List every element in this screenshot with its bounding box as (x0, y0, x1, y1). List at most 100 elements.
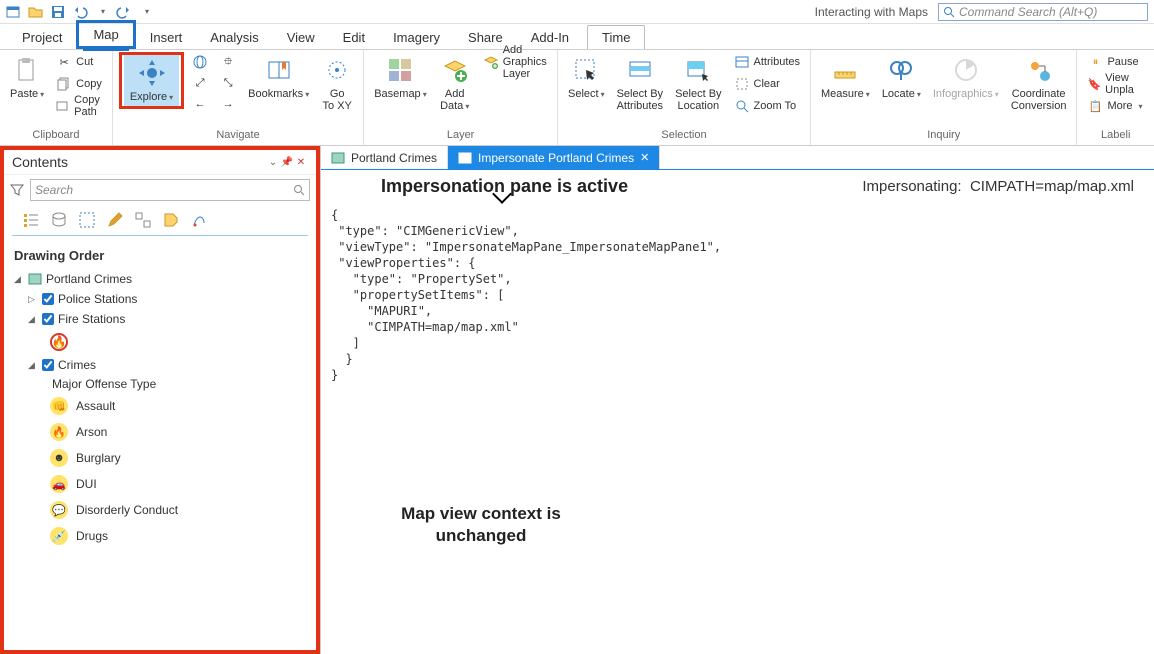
contents-search-input[interactable]: Search (30, 179, 310, 201)
cut-button[interactable]: ✂Cut (52, 52, 106, 72)
layer-fire-stations[interactable]: ◢ Fire Stations (28, 309, 306, 329)
measure-button[interactable]: Measure (817, 52, 874, 103)
map-frame-item[interactable]: ◢ Portland Crimes (14, 269, 306, 289)
tab-share[interactable]: Share (454, 26, 517, 49)
locate-label: Locate (882, 88, 921, 101)
open-project-icon[interactable] (28, 4, 44, 20)
drawing-order-heading: Drawing Order (14, 248, 306, 263)
new-project-icon[interactable] (6, 4, 22, 20)
legend-item[interactable]: 🚗DUI (28, 471, 306, 497)
context-note: Map view context is unchanged (361, 503, 601, 547)
select-button[interactable]: Select (564, 52, 609, 103)
pause-labeling-button[interactable]: ⏸Pause (1083, 52, 1148, 72)
clear-button[interactable]: Clear (730, 74, 804, 94)
pause-icon: ⏸ (1087, 54, 1103, 70)
pane-icon (458, 151, 472, 165)
tab-view[interactable]: View (273, 26, 329, 49)
close-tab-icon[interactable]: ✕ (640, 151, 649, 164)
view-unplaced-label: View Unpla (1105, 72, 1144, 96)
copy-path-icon (56, 98, 70, 114)
undo-icon[interactable] (72, 4, 88, 20)
layer-label: Crimes (58, 358, 96, 372)
collapse-icon[interactable]: ◢ (28, 314, 38, 325)
layer-police-stations[interactable]: ▷ Police Stations (28, 289, 306, 309)
legend-item[interactable]: 👊Assault (28, 393, 306, 419)
json-content[interactable]: { "type": "CIMGenericView", "viewType": … (321, 207, 1154, 383)
layer-crimes[interactable]: ◢ Crimes (28, 355, 306, 375)
list-by-snapping-icon[interactable] (134, 211, 152, 229)
tab-project[interactable]: Project (8, 26, 76, 49)
undo-dropdown[interactable] (94, 4, 110, 20)
banner-title: Impersonation pane is active (381, 176, 628, 197)
more-labeling-button[interactable]: 📋More (1083, 96, 1148, 116)
options-icon[interactable]: ⌄ (266, 157, 280, 168)
add-data-button[interactable]: Add Data (435, 52, 475, 115)
add-graphics-layer-button[interactable]: Add Graphics Layer (479, 52, 551, 72)
redo-dropdown[interactable] (138, 4, 154, 20)
infographics-button[interactable]: Infographics (929, 52, 1003, 103)
redo-icon[interactable] (116, 4, 132, 20)
view-tab-impersonate[interactable]: Impersonate Portland Crimes ✕ (448, 146, 660, 169)
visibility-checkbox[interactable] (42, 313, 54, 325)
group-clipboard: Paste ✂Cut Copy Copy Path Clipboard (0, 50, 113, 145)
view-unplaced-button[interactable]: 🔖View Unpla (1083, 74, 1148, 94)
legend-symbol-icon: 💉 (50, 527, 68, 545)
visibility-checkbox[interactable] (42, 293, 54, 305)
full-extent-button[interactable] (188, 52, 212, 72)
legend-item[interactable]: 💬Disorderly Conduct (28, 497, 306, 523)
list-by-selection-icon[interactable] (78, 211, 96, 229)
copy-button[interactable]: Copy (52, 74, 106, 94)
layer-label: Police Stations (58, 292, 137, 306)
visibility-checkbox[interactable] (42, 359, 54, 371)
tab-edit[interactable]: Edit (329, 26, 379, 49)
tab-addin[interactable]: Add-In (517, 26, 583, 49)
locate-button[interactable]: Locate (878, 52, 925, 103)
next-extent-button[interactable]: → (216, 94, 240, 114)
explore-button[interactable]: Explore (124, 55, 179, 106)
filter-icon[interactable] (10, 183, 26, 197)
tab-analysis[interactable]: Analysis (196, 26, 272, 49)
select-by-location-button[interactable]: Select By Location (671, 52, 725, 114)
paste-button[interactable]: Paste (6, 52, 48, 103)
tab-imagery[interactable]: Imagery (379, 26, 454, 49)
legend-item[interactable]: 🔥Arson (28, 419, 306, 445)
legend-item[interactable]: 💉Drugs (28, 523, 306, 549)
legend-item[interactable]: ☻Burglary (28, 445, 306, 471)
cut-label: Cut (76, 56, 93, 68)
go-to-xy-label: Go To XY (323, 88, 352, 112)
save-icon[interactable] (50, 4, 66, 20)
tab-map[interactable]: Map (76, 20, 135, 49)
copy-path-button[interactable]: Copy Path (52, 96, 106, 116)
select-by-attributes-button[interactable]: Select By Attributes (613, 52, 667, 114)
zoom-selection-button[interactable]: ⯐ (216, 52, 240, 72)
labeling-group-label: Labeli (1083, 129, 1148, 143)
pin-icon[interactable]: 📌 (280, 157, 294, 168)
list-by-editing-icon[interactable] (106, 211, 124, 229)
go-to-xy-button[interactable]: Go To XY (317, 52, 357, 114)
list-by-perceptual-icon[interactable] (190, 211, 208, 229)
view-tab-portland-crimes[interactable]: Portland Crimes (321, 146, 448, 169)
map-icon (28, 272, 42, 286)
prev-extent-button[interactable]: ← (188, 94, 212, 114)
fixed-zoom-out-button[interactable]: ⤡ (216, 73, 240, 93)
bookmarks-button[interactable]: Bookmarks (244, 52, 313, 103)
tab-time[interactable]: Time (587, 25, 645, 49)
tab-insert[interactable]: Insert (136, 26, 197, 49)
close-icon[interactable]: ✕ (294, 157, 308, 168)
collapse-icon[interactable]: ◢ (28, 360, 38, 371)
inquiry-group-label: Inquiry (817, 129, 1070, 143)
attributes-button[interactable]: Attributes (730, 52, 804, 72)
list-by-labeling-icon[interactable] (162, 211, 180, 229)
fixed-zoom-in-button[interactable]: ⤢ (188, 73, 212, 93)
basemap-button[interactable]: Basemap (370, 52, 431, 103)
contents-pane: Contents ⌄ 📌 ✕ Search Drawing Order ◢ (0, 146, 320, 654)
zoom-to-button[interactable]: Zoom To (730, 96, 804, 116)
list-by-source-icon[interactable] (50, 211, 68, 229)
legend-label: Disorderly Conduct (76, 503, 178, 517)
list-by-drawing-order-icon[interactable] (22, 211, 40, 229)
command-search[interactable]: Command Search (Alt+Q) (938, 3, 1148, 21)
expand-icon[interactable]: ▷ (28, 294, 38, 305)
coordinate-conversion-button[interactable]: Coordinate Conversion (1007, 52, 1071, 114)
copy-icon (56, 76, 72, 92)
collapse-icon[interactable]: ◢ (14, 274, 24, 285)
